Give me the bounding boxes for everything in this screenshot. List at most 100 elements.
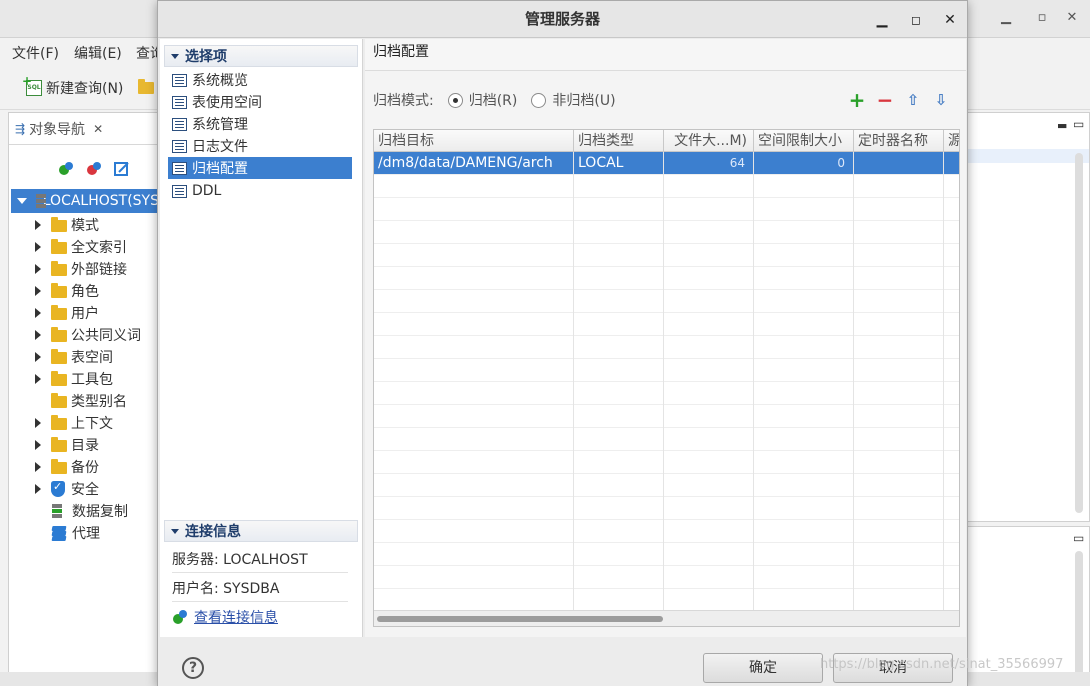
view-connection-link[interactable]: 查看连接信息: [172, 605, 348, 629]
help-icon[interactable]: ?: [182, 657, 204, 679]
tree-item-data-replication[interactable]: 数据复制: [35, 500, 128, 522]
output-maximize-icon[interactable]: ▭: [1073, 531, 1084, 545]
empty-cell: [574, 244, 664, 267]
tree-item-package[interactable]: 工具包: [35, 368, 113, 390]
tree-item-label: 代理: [72, 526, 100, 542]
empty-table-row: [374, 221, 959, 244]
empty-cell: [854, 313, 944, 336]
new-query-button[interactable]: SQL 新建查询(N): [22, 74, 123, 100]
option-table-space-usage[interactable]: 表使用空间: [168, 91, 352, 113]
option-system-management[interactable]: 系统管理: [168, 113, 352, 135]
tree-item-security[interactable]: 安全: [35, 478, 99, 500]
col-timer-name[interactable]: 定时器名称: [854, 130, 944, 152]
archive-on-radio[interactable]: [447, 92, 463, 108]
output-vertical-scrollbar[interactable]: [1075, 551, 1083, 681]
remove-icon[interactable]: −: [876, 90, 894, 110]
close-icon[interactable]: ✕: [1062, 10, 1082, 28]
move-down-icon[interactable]: ⇩: [932, 91, 950, 109]
view-minimize-icon[interactable]: ▬: [1057, 119, 1067, 132]
scrollbar-thumb[interactable]: [377, 616, 663, 622]
empty-cell: [944, 221, 959, 244]
empty-cell: [374, 175, 574, 198]
empty-cell: [754, 543, 854, 566]
col-archive-target[interactable]: 归档目标: [374, 130, 574, 152]
maximize-icon[interactable]: ▫: [1032, 10, 1052, 28]
move-up-icon[interactable]: ⇧: [904, 91, 922, 109]
close-tab-icon[interactable]: ✕: [93, 122, 103, 136]
col-archive-type[interactable]: 归档类型: [574, 130, 664, 152]
col-space-limit[interactable]: 空间限制大小: [754, 130, 854, 152]
tree-item-user[interactable]: 用户: [35, 302, 99, 324]
edit-icon[interactable]: [113, 160, 131, 178]
empty-cell: [374, 543, 574, 566]
tree-item-label: 备份: [71, 460, 99, 476]
option-log-files[interactable]: 日志文件: [168, 135, 352, 157]
new-sql-icon: SQL: [22, 74, 42, 96]
tree-item-backup[interactable]: 备份: [35, 456, 99, 478]
table-row[interactable]: /dm8/data/DAMENG/arch LOCAL 64 0: [374, 152, 959, 175]
empty-cell: [574, 474, 664, 497]
tree-item-tablespace[interactable]: 表空间: [35, 346, 113, 368]
tree-item-label: 工具包: [71, 372, 113, 388]
folder-icon: [51, 349, 67, 364]
tree-item-type-alias[interactable]: 类型别名: [35, 390, 127, 412]
tree-item-label: 上下文: [71, 416, 113, 432]
dialog-close-icon[interactable]: ✕: [940, 10, 960, 30]
option-system-overview[interactable]: 系统概览: [168, 69, 352, 91]
open-button[interactable]: [138, 76, 154, 100]
tree-item-fulltext-index[interactable]: 全文索引: [35, 236, 127, 258]
empty-cell: [944, 175, 959, 198]
dialog-minimize-icon[interactable]: ▁: [872, 10, 892, 30]
empty-cell: [664, 244, 754, 267]
empty-table-row: [374, 428, 959, 451]
tree-item-context[interactable]: 上下文: [35, 412, 113, 434]
tree-item-public-synonym[interactable]: 公共同义词: [35, 324, 141, 346]
archive-on-label[interactable]: 归档(R): [469, 90, 518, 110]
col-source[interactable]: 源: [944, 130, 959, 152]
navigator-tab-label: 对象导航: [29, 121, 86, 138]
empty-cell: [754, 428, 854, 451]
collapse-arrow-icon[interactable]: [17, 198, 27, 204]
horizontal-scrollbar[interactable]: [374, 610, 959, 626]
dialog-maximize-icon[interactable]: ◻: [906, 10, 926, 30]
editor-vertical-scrollbar[interactable]: [1075, 153, 1083, 513]
archive-off-label[interactable]: 非归档(U): [552, 90, 615, 110]
tree-item-role[interactable]: 角色: [35, 280, 99, 302]
tree-item-directory[interactable]: 目录: [35, 434, 99, 456]
empty-cell: [944, 290, 959, 313]
add-icon[interactable]: +: [848, 90, 866, 110]
view-maximize-icon[interactable]: ▭: [1073, 117, 1084, 131]
empty-cell: [374, 267, 574, 290]
connect-icon[interactable]: [57, 160, 75, 178]
option-ddl[interactable]: DDL: [168, 180, 352, 202]
tree-item-agent[interactable]: 代理: [35, 522, 100, 544]
empty-cell: [854, 543, 944, 566]
minimize-icon[interactable]: ▁: [996, 10, 1016, 28]
empty-table-row: [374, 175, 959, 198]
empty-cell: [944, 428, 959, 451]
server-info: 服务器: LOCALHOST: [172, 545, 348, 573]
empty-table-row: [374, 359, 959, 382]
ok-button[interactable]: 确定: [703, 653, 823, 683]
list-icon: [172, 95, 187, 109]
empty-cell: [944, 405, 959, 428]
options-section-header[interactable]: 选择项: [164, 45, 358, 67]
menu-edit[interactable]: 编辑(E): [74, 43, 122, 63]
empty-cell: [854, 566, 944, 589]
disconnect-icon[interactable]: [85, 160, 103, 178]
tree-item-schema[interactable]: 模式: [35, 214, 99, 236]
tree-root-localhost[interactable]: LOCALHOST(SYS: [11, 189, 159, 213]
option-archive-config[interactable]: 归档配置: [168, 157, 352, 179]
empty-table-row: [374, 382, 959, 405]
cell-source: [944, 152, 959, 175]
option-label: 系统管理: [192, 117, 248, 133]
archive-off-radio[interactable]: [531, 92, 547, 108]
empty-cell: [664, 198, 754, 221]
connection-section-header[interactable]: 连接信息: [164, 520, 358, 542]
menu-file[interactable]: 文件(F): [12, 43, 59, 63]
tab-object-navigator[interactable]: ⇶ 对象导航 ✕: [9, 113, 160, 145]
col-file-size[interactable]: 文件大...M): [664, 130, 754, 152]
tree-item-external-link[interactable]: 外部链接: [35, 258, 127, 280]
folder-icon: [51, 415, 67, 430]
empty-table-row: [374, 543, 959, 566]
